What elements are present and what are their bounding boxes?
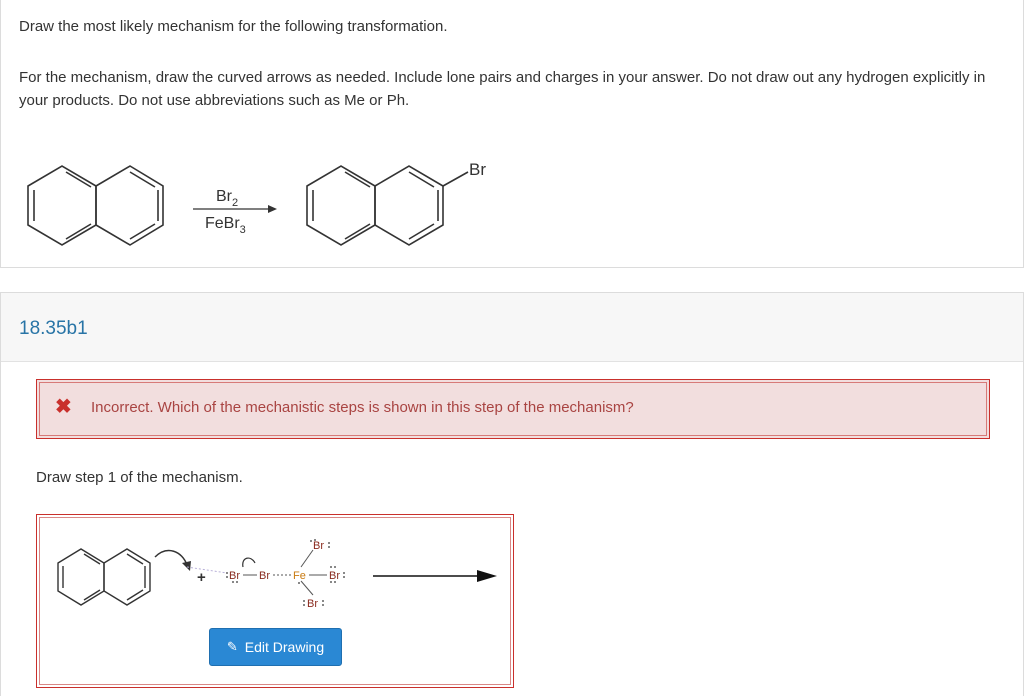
edit-drawing-label: Edit Drawing	[244, 639, 325, 655]
fe-br-bottom-bond	[300, 580, 314, 596]
part-header: 18.35b1	[1, 293, 1023, 362]
step-label: Draw step 1 of the mechanism.	[36, 469, 243, 486]
reaction-scheme: Br2 FeBr3 Br	[27, 160, 486, 246]
drawing-br-bottom: Br	[307, 598, 318, 610]
lone-pairs	[226, 539, 345, 606]
drawing-br-top: Br	[313, 540, 324, 552]
drawing-plus: +	[197, 569, 206, 586]
reactant-naphthalene	[27, 165, 164, 246]
curved-arrowhead-ring	[182, 561, 191, 571]
question-card: Draw the most likely mechanism for the f…	[0, 0, 1024, 268]
drawing-preview[interactable]: + Br Br Fe Br Br Br ✎ Edit Drawing	[36, 514, 514, 688]
drawing-br-right: Br	[329, 570, 340, 582]
edit-drawing-button[interactable]: ✎ Edit Drawing	[209, 628, 342, 666]
reagent-br2: Br2	[216, 188, 238, 209]
question-instruction: Draw the most likely mechanism for the f…	[19, 18, 448, 35]
product-br-label: Br	[469, 160, 486, 179]
drawing-arrowhead	[477, 570, 497, 582]
pencil-icon: ✎	[226, 639, 238, 654]
drawing-fe: Fe	[293, 570, 306, 582]
question-details: For the mechanism, draw the curved arrow…	[19, 69, 986, 109]
curved-arrow-br	[242, 557, 256, 568]
partial-bond	[186, 566, 228, 574]
drawing-naphthalene	[57, 548, 151, 606]
feedback-alert: ✖ Incorrect. Which of the mechanistic st…	[36, 379, 990, 439]
part-id: 18.35b1	[19, 318, 88, 339]
reagent-febr3: FeBr3	[205, 215, 246, 236]
fe-br-top-bond	[300, 549, 314, 568]
drawing-br-left: Br	[229, 570, 240, 582]
product-naphthalene	[306, 165, 469, 246]
feedback-text: Incorrect. Which of the mechanistic step…	[91, 399, 634, 416]
x-icon: ✖	[55, 396, 72, 418]
drawing-br-middle: Br	[259, 570, 270, 582]
part-card: 18.35b1 ✖ Incorrect. Which of the mechan…	[0, 292, 1024, 696]
curved-arrow-ring	[154, 549, 188, 566]
reaction-arrowhead	[268, 205, 277, 213]
